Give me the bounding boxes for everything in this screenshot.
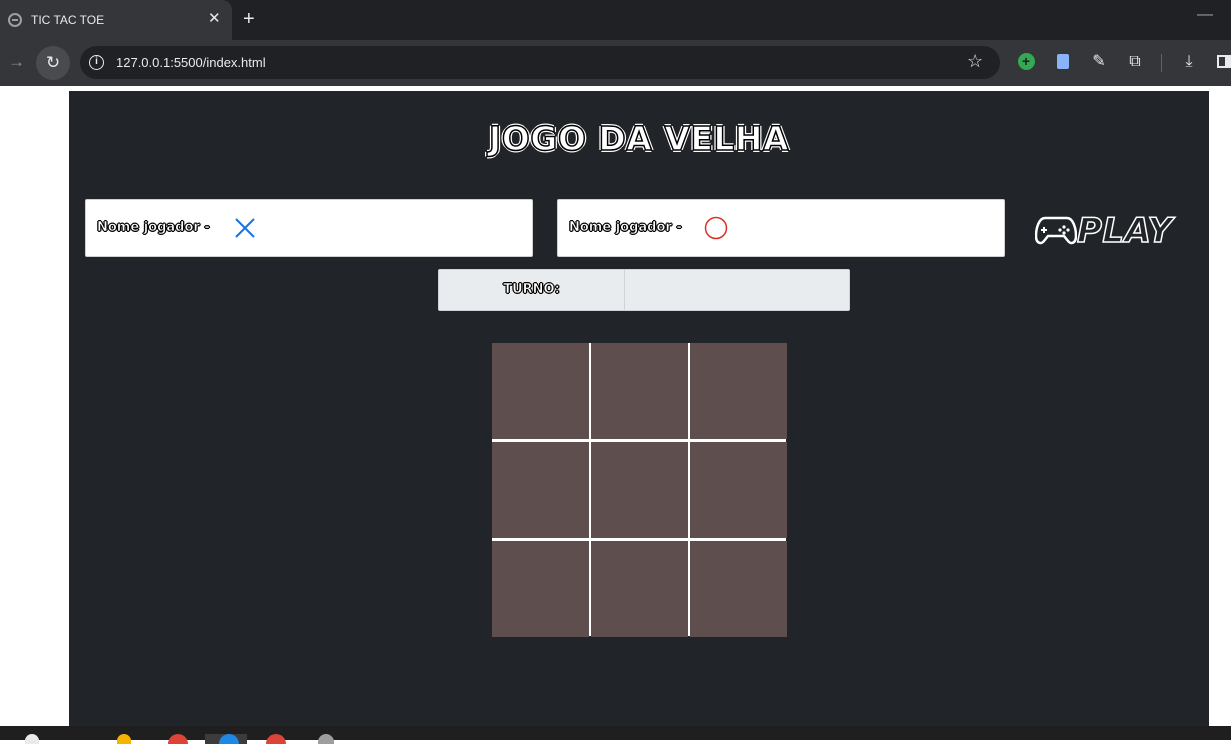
- game-board: [492, 343, 787, 637]
- extension-document-icon[interactable]: [1053, 52, 1073, 72]
- board-cell-2[interactable]: [591, 343, 688, 439]
- x-mark-icon: [235, 218, 255, 238]
- board-cell-7[interactable]: [492, 541, 589, 637]
- board-cell-1[interactable]: [492, 343, 589, 439]
- tab-title: TIC TAC TOE: [31, 13, 105, 27]
- minimize-button[interactable]: —: [1197, 6, 1213, 24]
- side-panel-icon[interactable]: [1214, 52, 1231, 72]
- gamepad-icon: [1035, 216, 1077, 245]
- board-cell-8[interactable]: [591, 541, 688, 637]
- board-cell-5[interactable]: [591, 442, 688, 538]
- extension-pen-icon[interactable]: ✎: [1089, 52, 1109, 72]
- turn-label: TURNO:: [439, 270, 625, 310]
- game-container: JOGO DA VELHA Nome jogador - Nome jogado…: [69, 91, 1209, 726]
- browser-toolbar: → ↻ i 127.0.0.1:5500/index.html ☆ + ✎ ⧉ …: [0, 40, 1231, 86]
- extensions-puzzle-icon[interactable]: ⧉: [1125, 52, 1145, 72]
- reload-icon[interactable]: ↻: [36, 46, 70, 80]
- new-tab-button[interactable]: +: [243, 8, 255, 30]
- bookmark-star-icon[interactable]: ☆: [967, 51, 983, 72]
- board-cell-3[interactable]: [690, 343, 787, 439]
- player-o-name-field[interactable]: Nome jogador -: [557, 199, 1005, 257]
- player-x-name-field[interactable]: Nome jogador -: [85, 199, 533, 257]
- browser-tab[interactable]: TIC TAC TOE ✕: [0, 0, 232, 40]
- forward-arrow-icon[interactable]: →: [8, 52, 25, 72]
- player-o-label: Nome jogador -: [569, 220, 682, 236]
- toolbar-divider: [1161, 54, 1162, 72]
- os-taskbar: [0, 726, 1231, 744]
- browser-tab-strip: TIC TAC TOE ✕ + —: [0, 0, 1231, 40]
- globe-icon: [8, 13, 22, 27]
- play-label: PLAY: [1076, 210, 1173, 252]
- address-bar[interactable]: i 127.0.0.1:5500/index.html ☆: [80, 46, 1000, 79]
- tab-close-icon[interactable]: ✕: [208, 10, 221, 28]
- site-info-icon[interactable]: i: [89, 55, 104, 70]
- board-cell-9[interactable]: [690, 541, 787, 637]
- taskbar-chrome-icon-2[interactable]: [266, 734, 286, 744]
- url-text[interactable]: 127.0.0.1:5500/index.html: [116, 55, 266, 70]
- taskbar-folder-icon[interactable]: [117, 734, 131, 744]
- page-title: JOGO DA VELHA: [488, 118, 790, 159]
- taskbar-search-icon[interactable]: [25, 734, 39, 744]
- board-cell-6[interactable]: [690, 442, 787, 538]
- download-icon[interactable]: ⤓: [1179, 52, 1199, 72]
- board-cell-4[interactable]: [492, 442, 589, 538]
- turn-value: [625, 270, 849, 310]
- taskbar-chrome-icon[interactable]: [168, 734, 188, 744]
- play-button[interactable]: PLAY: [1035, 210, 1195, 252]
- taskbar-file-icon[interactable]: [318, 734, 334, 744]
- extension-add-icon[interactable]: +: [1016, 52, 1036, 72]
- turn-indicator: TURNO:: [438, 269, 850, 311]
- player-x-label: Nome jogador -: [97, 220, 210, 236]
- o-mark-icon: [704, 216, 728, 240]
